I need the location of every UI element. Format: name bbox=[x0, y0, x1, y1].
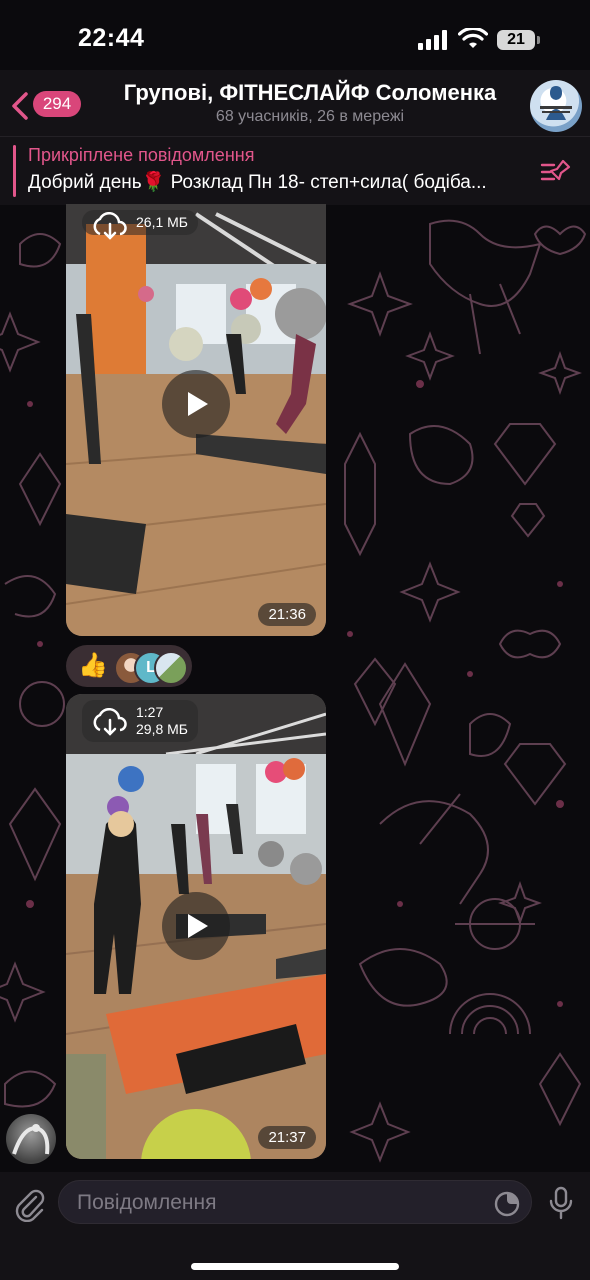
pinned-list-icon[interactable] bbox=[540, 157, 572, 187]
sticker-icon[interactable] bbox=[493, 1190, 521, 1218]
battery-icon: 21 bbox=[497, 30, 535, 50]
chat-header: 294 Групові, ФІТНЕСЛАЙФ Соломенка 68 уча… bbox=[0, 70, 590, 136]
video-message-2[interactable]: 1:27 29,8 МБ 21:37 bbox=[66, 694, 326, 1159]
download-info[interactable]: 26,1 МБ bbox=[82, 210, 198, 240]
status-bar: 22:44 21 bbox=[0, 0, 590, 70]
wifi-icon bbox=[458, 28, 488, 48]
video-message-1[interactable]: 26,1 МБ 21:36 bbox=[66, 204, 326, 636]
cloud-download-icon bbox=[93, 212, 127, 240]
signal-icon bbox=[418, 30, 447, 50]
battery-tip bbox=[537, 36, 540, 44]
video-duration: 1:27 bbox=[136, 704, 164, 720]
message-input-bar: Повідомлення bbox=[0, 1172, 590, 1280]
download-size: 26,1 МБ bbox=[136, 214, 188, 230]
reactions-bar[interactable]: 👍 L bbox=[66, 645, 192, 687]
attach-icon[interactable] bbox=[14, 1188, 46, 1222]
sender-avatar[interactable] bbox=[6, 1114, 56, 1164]
download-info[interactable]: 1:27 29,8 МБ bbox=[82, 700, 198, 742]
chat-subtitle[interactable]: 68 учасників, 26 в мережі bbox=[100, 108, 520, 126]
reactor-avatar bbox=[154, 651, 188, 685]
microphone-icon[interactable] bbox=[548, 1186, 574, 1220]
clock: 22:44 bbox=[78, 24, 145, 52]
play-button[interactable] bbox=[162, 370, 230, 438]
pinned-indicator bbox=[13, 145, 16, 197]
pinned-message[interactable]: Прикріплене повідомлення Добрий день🌹 Ро… bbox=[0, 136, 590, 205]
pinned-label: Прикріплене повідомлення bbox=[28, 145, 255, 165]
chat-title[interactable]: Групові, ФІТНЕСЛАЙФ Соломенка bbox=[100, 80, 520, 106]
pinned-text: Добрий день🌹 Розклад Пн 18- степ+сила( б… bbox=[28, 172, 487, 193]
play-icon bbox=[188, 914, 208, 938]
group-avatar[interactable] bbox=[530, 80, 582, 132]
home-indicator bbox=[191, 1263, 399, 1270]
thumbs-up-reaction[interactable]: 👍 bbox=[78, 651, 108, 680]
message-time: 21:37 bbox=[258, 1126, 316, 1149]
download-size: 29,8 МБ bbox=[136, 721, 188, 737]
unread-badge[interactable]: 294 bbox=[33, 91, 81, 117]
cloud-download-icon bbox=[93, 708, 127, 736]
play-icon bbox=[188, 392, 208, 416]
message-placeholder: Повідомлення bbox=[77, 1191, 217, 1214]
message-input[interactable]: Повідомлення bbox=[58, 1180, 532, 1224]
message-time: 21:36 bbox=[258, 603, 316, 626]
play-button[interactable] bbox=[162, 892, 230, 960]
